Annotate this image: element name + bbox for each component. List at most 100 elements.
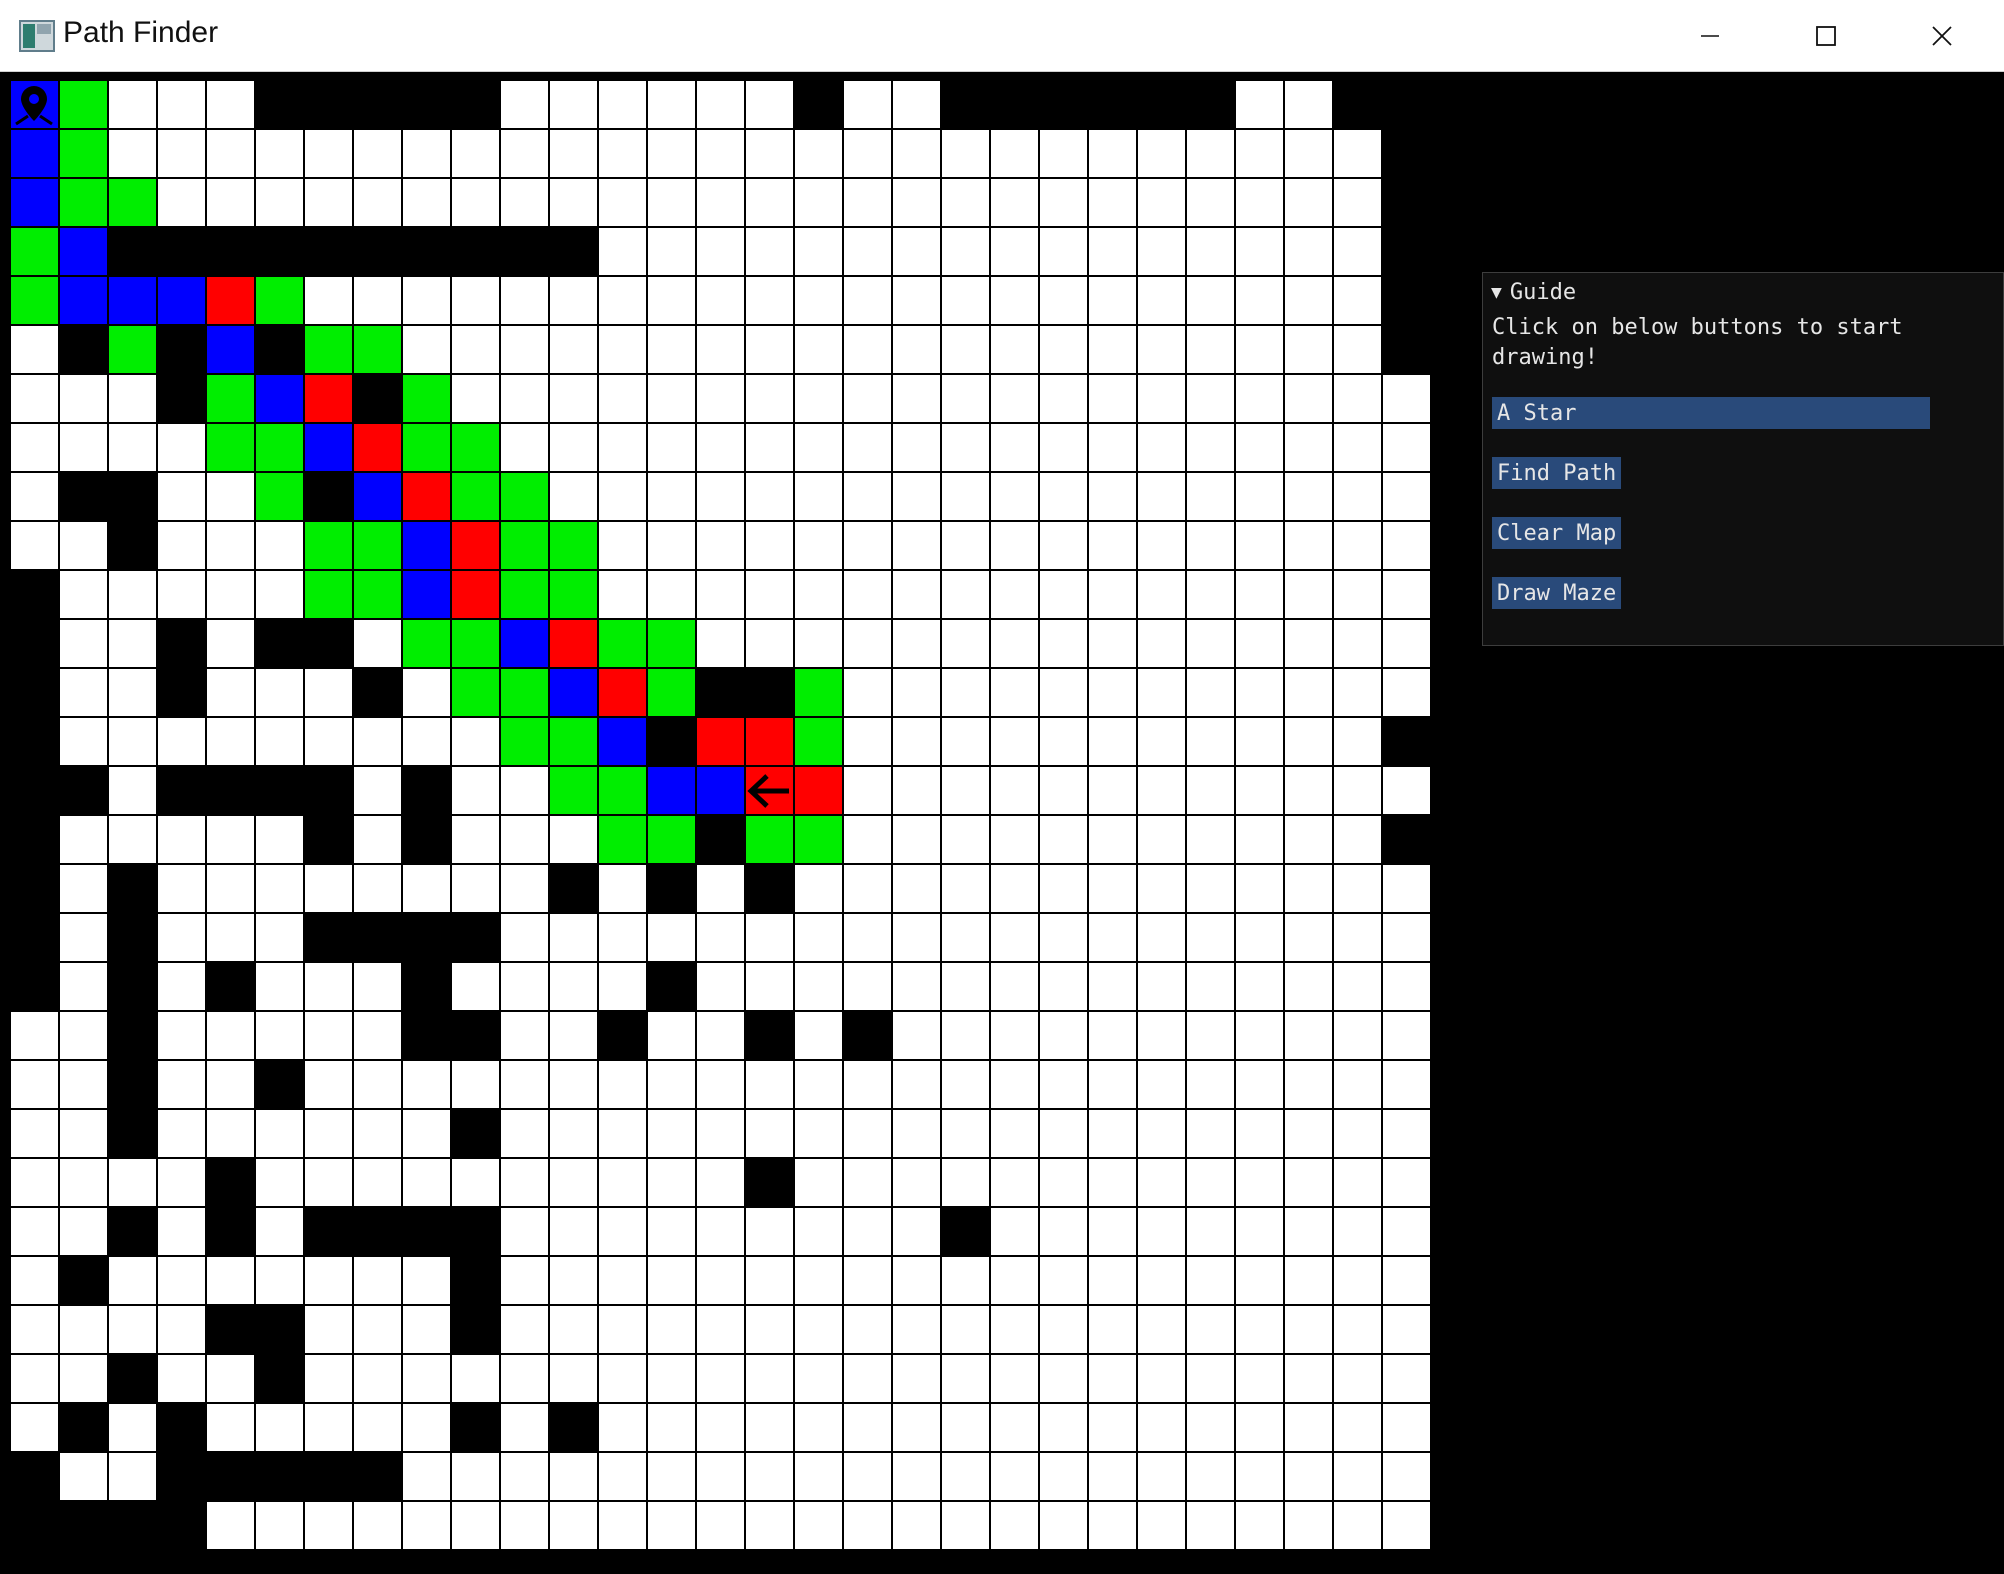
- empty-cell[interactable]: [1185, 765, 1236, 816]
- empty-cell[interactable]: [254, 520, 305, 571]
- empty-cell[interactable]: [891, 79, 942, 130]
- empty-cell[interactable]: [793, 520, 844, 571]
- wall-cell[interactable]: [303, 1206, 354, 1257]
- path-cell[interactable]: [744, 716, 795, 767]
- empty-cell[interactable]: [842, 520, 893, 571]
- empty-cell[interactable]: [1381, 1402, 1432, 1453]
- wall-cell[interactable]: [401, 226, 452, 277]
- wall-cell[interactable]: [107, 863, 158, 914]
- empty-cell[interactable]: [1136, 1255, 1187, 1306]
- empty-cell[interactable]: [891, 471, 942, 522]
- wall-cell[interactable]: [58, 471, 109, 522]
- empty-cell[interactable]: [9, 1255, 60, 1306]
- wall-cell[interactable]: [107, 1206, 158, 1257]
- empty-cell[interactable]: [1087, 226, 1138, 277]
- empty-cell[interactable]: [156, 1059, 207, 1110]
- empty-cell[interactable]: [1332, 1451, 1383, 1502]
- empty-cell[interactable]: [254, 1157, 305, 1208]
- empty-cell[interactable]: [1087, 863, 1138, 914]
- empty-cell[interactable]: [940, 520, 991, 571]
- open-cell[interactable]: [107, 324, 158, 375]
- empty-cell[interactable]: [891, 422, 942, 473]
- empty-cell[interactable]: [646, 128, 697, 179]
- empty-cell[interactable]: [940, 1108, 991, 1159]
- empty-cell[interactable]: [646, 1402, 697, 1453]
- empty-cell[interactable]: [646, 471, 697, 522]
- empty-cell[interactable]: [646, 177, 697, 228]
- empty-cell[interactable]: [744, 618, 795, 669]
- open-cell[interactable]: [646, 667, 697, 718]
- empty-cell[interactable]: [1087, 373, 1138, 424]
- empty-cell[interactable]: [989, 1353, 1040, 1404]
- empty-cell[interactable]: [499, 1010, 550, 1061]
- open-cell[interactable]: [254, 275, 305, 326]
- empty-cell[interactable]: [842, 912, 893, 963]
- empty-cell[interactable]: [597, 1353, 648, 1404]
- empty-cell[interactable]: [1332, 814, 1383, 865]
- empty-cell[interactable]: [352, 1255, 403, 1306]
- empty-cell[interactable]: [1283, 961, 1334, 1012]
- empty-cell[interactable]: [401, 128, 452, 179]
- wall-cell[interactable]: [107, 226, 158, 277]
- empty-cell[interactable]: [793, 1353, 844, 1404]
- empty-cell[interactable]: [842, 373, 893, 424]
- wall-cell[interactable]: [254, 79, 305, 130]
- empty-cell[interactable]: [597, 1059, 648, 1110]
- empty-cell[interactable]: [1038, 667, 1089, 718]
- closed-cell[interactable]: [646, 765, 697, 816]
- empty-cell[interactable]: [1185, 1157, 1236, 1208]
- empty-cell[interactable]: [695, 520, 746, 571]
- empty-cell[interactable]: [352, 1500, 403, 1551]
- empty-cell[interactable]: [58, 814, 109, 865]
- empty-cell[interactable]: [940, 1059, 991, 1110]
- empty-cell[interactable]: [156, 128, 207, 179]
- empty-cell[interactable]: [793, 177, 844, 228]
- empty-cell[interactable]: [9, 373, 60, 424]
- empty-cell[interactable]: [646, 79, 697, 130]
- empty-cell[interactable]: [1332, 275, 1383, 326]
- empty-cell[interactable]: [744, 569, 795, 620]
- empty-cell[interactable]: [1234, 667, 1285, 718]
- empty-cell[interactable]: [9, 471, 60, 522]
- empty-cell[interactable]: [205, 618, 256, 669]
- empty-cell[interactable]: [1332, 1402, 1383, 1453]
- empty-cell[interactable]: [1185, 618, 1236, 669]
- open-cell[interactable]: [793, 814, 844, 865]
- empty-cell[interactable]: [744, 471, 795, 522]
- empty-cell[interactable]: [352, 1402, 403, 1453]
- wall-cell[interactable]: [1381, 324, 1432, 375]
- open-cell[interactable]: [646, 814, 697, 865]
- empty-cell[interactable]: [646, 226, 697, 277]
- empty-cell[interactable]: [1185, 1402, 1236, 1453]
- empty-cell[interactable]: [499, 373, 550, 424]
- wall-cell[interactable]: [1381, 226, 1432, 277]
- wall-cell[interactable]: [9, 814, 60, 865]
- empty-cell[interactable]: [744, 961, 795, 1012]
- empty-cell[interactable]: [1038, 177, 1089, 228]
- empty-cell[interactable]: [1332, 1304, 1383, 1355]
- empty-cell[interactable]: [1185, 569, 1236, 620]
- empty-cell[interactable]: [1381, 1500, 1432, 1551]
- wall-cell[interactable]: [450, 912, 501, 963]
- empty-cell[interactable]: [156, 1010, 207, 1061]
- empty-cell[interactable]: [254, 1255, 305, 1306]
- empty-cell[interactable]: [156, 471, 207, 522]
- open-cell[interactable]: [401, 373, 452, 424]
- empty-cell[interactable]: [989, 814, 1040, 865]
- empty-cell[interactable]: [1185, 177, 1236, 228]
- empty-cell[interactable]: [107, 1304, 158, 1355]
- wall-cell[interactable]: [156, 1451, 207, 1502]
- empty-cell[interactable]: [1381, 912, 1432, 963]
- empty-cell[interactable]: [891, 1010, 942, 1061]
- empty-cell[interactable]: [842, 1108, 893, 1159]
- empty-cell[interactable]: [58, 1353, 109, 1404]
- empty-cell[interactable]: [352, 618, 403, 669]
- path-cell[interactable]: [205, 275, 256, 326]
- empty-cell[interactable]: [597, 79, 648, 130]
- wall-cell[interactable]: [254, 324, 305, 375]
- empty-cell[interactable]: [891, 961, 942, 1012]
- empty-cell[interactable]: [1234, 1059, 1285, 1110]
- wall-cell[interactable]: [450, 226, 501, 277]
- empty-cell[interactable]: [1332, 765, 1383, 816]
- empty-cell[interactable]: [842, 1255, 893, 1306]
